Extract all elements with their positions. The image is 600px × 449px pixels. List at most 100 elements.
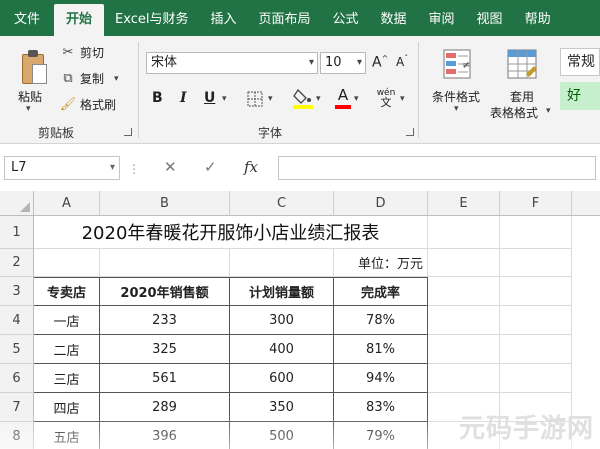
confirm-entry-button[interactable]: ✓ (204, 158, 217, 176)
cell-f4[interactable] (500, 306, 572, 335)
column-header-f[interactable]: F (500, 191, 572, 216)
header-plan[interactable]: 计划销量额 (230, 277, 334, 306)
cell-f2[interactable] (500, 249, 572, 277)
tab-file[interactable]: 文件 (0, 0, 54, 36)
table-cell[interactable]: 500 (230, 422, 334, 449)
conditional-formatting-button[interactable]: ≠ 条件格式 ▾ (428, 42, 488, 114)
font-size-select[interactable]: 10 ▾ (320, 52, 366, 74)
cancel-entry-button[interactable]: ✕ (164, 158, 177, 176)
bold-button[interactable]: B (152, 90, 163, 106)
cell-e6[interactable] (428, 364, 500, 393)
table-cell[interactable]: 325 (100, 335, 230, 364)
column-header-c[interactable]: C (230, 191, 334, 216)
table-cell[interactable]: 83% (334, 393, 428, 422)
row-header-4[interactable]: 4 (0, 306, 34, 335)
borders-button[interactable] (246, 90, 264, 108)
insert-function-button[interactable]: fx (244, 158, 258, 176)
cell-e2[interactable] (428, 249, 500, 277)
table-cell[interactable]: 81% (334, 335, 428, 364)
table-cell[interactable]: 三店 (34, 364, 100, 393)
copy-label: 复制 (80, 72, 105, 86)
table-cell[interactable]: 四店 (34, 393, 100, 422)
column-header-d[interactable]: D (334, 191, 428, 216)
table-cell[interactable]: 561 (100, 364, 230, 393)
table-cell[interactable]: 94% (334, 364, 428, 393)
tab-review[interactable]: 审阅 (418, 0, 466, 36)
column-header-b[interactable]: B (100, 191, 230, 216)
cell-b2[interactable] (100, 249, 230, 277)
chevron-down-icon: ▾ (354, 94, 359, 104)
table-cell[interactable]: 289 (100, 393, 230, 422)
header-sales-2020[interactable]: 2020年销售额 (100, 277, 230, 306)
formula-bar: L7 ▾ ⋮ ✕ ✓ fx (0, 152, 600, 184)
formula-bar-resize-handle[interactable]: ⋮ (128, 162, 140, 176)
cell-f5[interactable] (500, 335, 572, 364)
tab-excel-finance[interactable]: Excel与财务 (104, 0, 199, 36)
tab-home[interactable]: 开始 (54, 4, 105, 36)
cell-e3[interactable] (428, 277, 500, 306)
phonetic-guide-button[interactable]: wén 文 (374, 88, 398, 110)
table-cell[interactable]: 350 (230, 393, 334, 422)
clipboard-launcher-icon[interactable] (124, 128, 132, 136)
underline-button[interactable]: U (204, 90, 215, 106)
cell-f3[interactable] (500, 277, 572, 306)
cell-e4[interactable] (428, 306, 500, 335)
cell-f6[interactable] (500, 364, 572, 393)
report-title-cell[interactable]: 2020年春暖花开服饰小店业绩汇报表 (34, 216, 428, 249)
cell-style-good[interactable]: 好 (560, 82, 600, 110)
select-all-button[interactable] (0, 191, 34, 216)
italic-button[interactable]: I (180, 90, 187, 106)
header-store[interactable]: 专卖店 (34, 277, 100, 306)
font-launcher-icon[interactable] (406, 128, 414, 136)
row-header-7[interactable]: 7 (0, 393, 34, 422)
paintbrush-icon: 🖌 (59, 97, 77, 112)
table-cell[interactable]: 233 (100, 306, 230, 335)
cell-style-normal[interactable]: 常规 (560, 48, 600, 76)
table-cell[interactable]: 396 (100, 422, 230, 449)
cell-f1[interactable] (500, 216, 572, 249)
unit-cell[interactable]: 单位：万元 (334, 249, 428, 277)
table-cell[interactable]: 五店 (34, 422, 100, 449)
fill-color-button[interactable] (292, 86, 314, 110)
cell-c2[interactable] (230, 249, 334, 277)
tab-insert[interactable]: 插入 (199, 0, 247, 36)
row-header-6[interactable]: 6 (0, 364, 34, 393)
header-completion[interactable]: 完成率 (334, 277, 428, 306)
paste-button[interactable]: 粘贴 ▾ (4, 40, 50, 120)
grow-font-button[interactable]: A^ (372, 54, 388, 71)
font-name-select[interactable]: 宋体 ▾ (146, 52, 318, 74)
row-header-5[interactable]: 5 (0, 335, 34, 364)
row-header-3[interactable]: 3 (0, 277, 34, 306)
table-cell[interactable]: 400 (230, 335, 334, 364)
table-cell[interactable]: 300 (230, 306, 334, 335)
cell-a2[interactable] (34, 249, 100, 277)
tab-view[interactable]: 视图 (466, 0, 514, 36)
format-painter-button[interactable]: 🖌 格式刷 (60, 96, 116, 113)
name-box[interactable]: L7 ▾ (4, 156, 120, 180)
row-header-8[interactable]: 8 (0, 422, 34, 449)
column-header-a[interactable]: A (34, 191, 100, 216)
table-cell[interactable]: 79% (334, 422, 428, 449)
column-header-g[interactable] (572, 191, 600, 216)
chevron-down-icon: ▾ (222, 94, 227, 104)
fill-bucket-icon (293, 88, 313, 109)
formula-input[interactable] (278, 156, 596, 180)
shrink-font-button[interactable]: Aˇ (396, 54, 408, 69)
table-cell[interactable]: 600 (230, 364, 334, 393)
cell-e1[interactable] (428, 216, 500, 249)
table-cell[interactable]: 一店 (34, 306, 100, 335)
cell-e5[interactable] (428, 335, 500, 364)
format-as-table-button[interactable]: 套用 表格格式 ▾ (488, 42, 556, 120)
table-cell[interactable]: 二店 (34, 335, 100, 364)
tab-formulas[interactable]: 公式 (322, 0, 370, 36)
column-header-e[interactable]: E (428, 191, 500, 216)
font-color-button[interactable]: A (334, 86, 352, 110)
row-header-1[interactable]: 1 (0, 216, 34, 249)
tab-page-layout[interactable]: 页面布局 (247, 0, 321, 36)
row-header-2[interactable]: 2 (0, 249, 34, 277)
copy-button[interactable]: ⧉ 复制 ▾ (60, 70, 118, 87)
cut-button[interactable]: ✂ 剪切 (60, 44, 104, 61)
tab-data[interactable]: 数据 (370, 0, 418, 36)
table-cell[interactable]: 78% (334, 306, 428, 335)
tab-help[interactable]: 帮助 (514, 0, 562, 36)
